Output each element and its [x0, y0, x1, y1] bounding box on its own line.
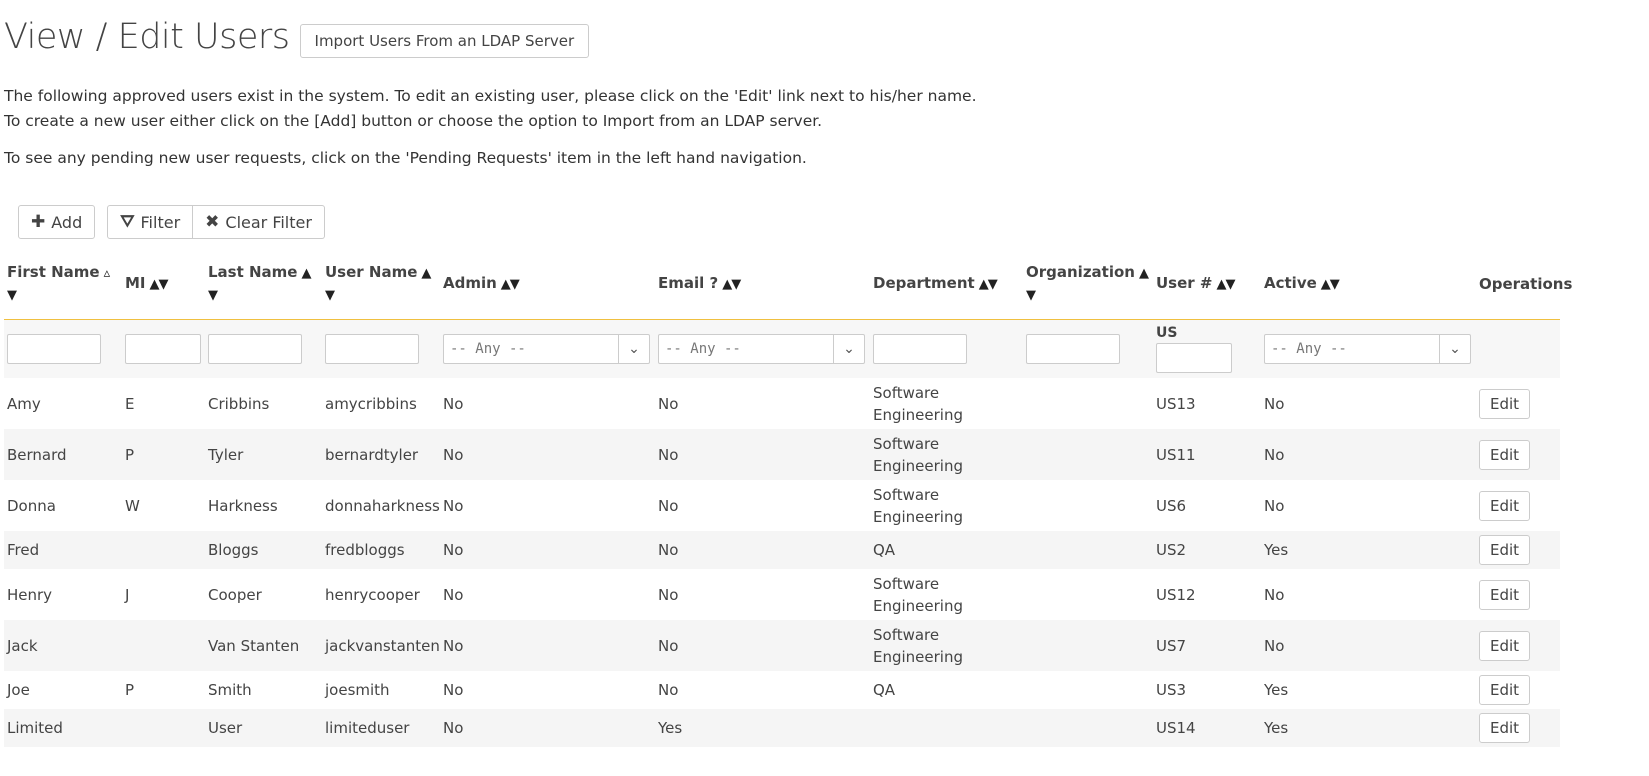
department-cell: Software Engineering	[873, 485, 963, 526]
table-row: Fred Bloggs fredbloggs No No QA US2 Yes Edit	[4, 531, 1560, 569]
edit-button[interactable]: Edit	[1479, 579, 1531, 610]
sort-both-icon[interactable]: ▲▼	[979, 277, 998, 292]
users-table-body: Amy E Cribbins amycribbins No No Software Engi…	[4, 378, 1560, 747]
add-button-label: Add	[51, 212, 83, 232]
intro-line-1: The following approved users exist in th…	[4, 87, 977, 105]
toolbar: ✚ Add ⛛ Filter ✖ Clear Filter	[18, 205, 1645, 239]
title-row: View / Edit Users Import Users From an L…	[4, 0, 1645, 74]
sort-both-icon[interactable]: ▲▼	[722, 277, 741, 292]
sort-desc-icon[interactable]: ▼	[1026, 288, 1036, 303]
table-row: Jack Van Stanten jackvanstanten No No Softwa…	[4, 620, 1560, 671]
sort-asc-icon[interactable]: ▲	[1139, 266, 1149, 281]
sort-desc-icon[interactable]: ▼	[325, 288, 335, 303]
edit-button[interactable]: Edit	[1479, 630, 1531, 661]
col-admin[interactable]: Admin ▲▼	[440, 249, 655, 320]
active-filter-select[interactable]: -- Any -- ⌄	[1264, 334, 1471, 364]
user-number-prefix: US	[1156, 325, 1178, 341]
col-user-name[interactable]: User Name ▲ ▼	[322, 249, 440, 320]
department-cell: Software Engineering	[870, 429, 1023, 480]
table-row: Amy E Cribbins amycribbins No No Software Engi…	[4, 378, 1560, 429]
intro-line-3: To see any pending new user requests, cl…	[4, 149, 807, 167]
col-operations: Operations	[1476, 249, 1572, 320]
page-wrapper: View / Edit Users Import Users From an L…	[0, 0, 1645, 747]
email-filter-select[interactable]: -- Any -- ⌄	[658, 334, 865, 364]
sort-asc-active-icon[interactable]: ▵	[104, 266, 110, 281]
chevron-down-icon: ⌄	[833, 335, 864, 363]
department-cell: QA	[873, 681, 896, 699]
department-cell: Software Engineering	[870, 620, 1023, 671]
close-icon: ✖	[205, 212, 220, 232]
user-name-filter-input[interactable]	[325, 334, 419, 364]
admin-filter-select[interactable]: -- Any -- ⌄	[443, 334, 650, 364]
table-row: Donna W Harkness donnaharkness No No Software…	[4, 480, 1560, 531]
edit-button[interactable]: Edit	[1479, 535, 1531, 565]
col-last-name[interactable]: Last Name ▲ ▼	[205, 249, 322, 320]
first-name-filter-input[interactable]	[7, 334, 101, 364]
sort-asc-icon[interactable]: ▲	[421, 266, 431, 281]
mi-filter-input[interactable]	[125, 334, 201, 364]
col-mi[interactable]: MI ▲▼	[122, 249, 205, 320]
organization-filter-input[interactable]	[1026, 334, 1120, 364]
edit-button[interactable]: Edit	[1479, 713, 1531, 743]
import-ldap-button[interactable]: Import Users From an LDAP Server	[299, 24, 590, 58]
department-cell: QA	[870, 531, 1023, 569]
col-active[interactable]: Active ▲▼	[1261, 249, 1476, 320]
edit-button[interactable]: Edit	[1479, 439, 1531, 470]
sort-desc-icon[interactable]: ▼	[7, 288, 17, 303]
chevron-down-icon: ⌄	[1439, 335, 1470, 363]
table-row: Bernard P Tyler bernardtyler No No Software En…	[4, 429, 1560, 480]
edit-button[interactable]: Edit	[1479, 675, 1531, 705]
col-department[interactable]: Department ▲▼	[870, 249, 1023, 320]
department-cell: Software Engineering	[873, 383, 963, 424]
table-row: Limited User limiteduser No Yes US14 Yes Edit	[4, 709, 1560, 747]
col-first-name[interactable]: First Name ▵ ▼	[4, 249, 122, 320]
department-cell	[870, 709, 1023, 747]
add-button[interactable]: ✚ Add	[18, 205, 96, 239]
edit-button[interactable]: Edit	[1479, 388, 1531, 419]
clear-filter-button-label: Clear Filter	[225, 212, 312, 232]
intro-line-2: To create a new user either click on the…	[4, 112, 823, 130]
plus-icon: ✚	[31, 212, 46, 232]
filter-button[interactable]: ⛛ Filter	[107, 205, 194, 239]
table-row: Joe P Smith joesmith No No QA US3 Yes Edit	[4, 671, 1560, 709]
page-title: View / Edit Users	[4, 17, 290, 57]
department-filter-input[interactable]	[873, 334, 967, 364]
user-number-filter-input[interactable]	[1156, 343, 1232, 373]
col-email[interactable]: Email ? ▲▼	[655, 249, 870, 320]
department-cell: Software Engineering	[873, 574, 963, 615]
header-row: First Name ▵ ▼ MI ▲▼ Last Name ▲ ▼ User Name ▲…	[4, 249, 1572, 320]
clear-filter-button[interactable]: ✖ Clear Filter	[193, 205, 325, 239]
table-row: Henry J Cooper henrycooper No No Software Engi…	[4, 569, 1560, 620]
funnel-icon: ⛛	[120, 212, 135, 232]
sort-both-icon[interactable]: ▲▼	[150, 277, 169, 292]
filter-row: -- Any -- ⌄ -- Any -- ⌄ US -- Any -- ⌄	[4, 319, 1560, 378]
sort-asc-icon[interactable]: ▲	[301, 266, 311, 281]
edit-button[interactable]: Edit	[1479, 490, 1531, 521]
last-name-filter-input[interactable]	[208, 334, 302, 364]
chevron-down-icon: ⌄	[618, 335, 649, 363]
sort-both-icon[interactable]: ▲▼	[1216, 277, 1235, 292]
sort-desc-icon[interactable]: ▼	[208, 288, 218, 303]
users-table: First Name ▵ ▼ MI ▲▼ Last Name ▲ ▼ User Name ▲…	[4, 249, 1572, 747]
sort-both-icon[interactable]: ▲▼	[1321, 277, 1340, 292]
sort-both-icon[interactable]: ▲▼	[501, 277, 520, 292]
filter-button-label: Filter	[140, 212, 181, 232]
col-organization[interactable]: Organization ▲ ▼	[1023, 249, 1153, 320]
col-user-number[interactable]: User # ▲▼	[1153, 249, 1261, 320]
